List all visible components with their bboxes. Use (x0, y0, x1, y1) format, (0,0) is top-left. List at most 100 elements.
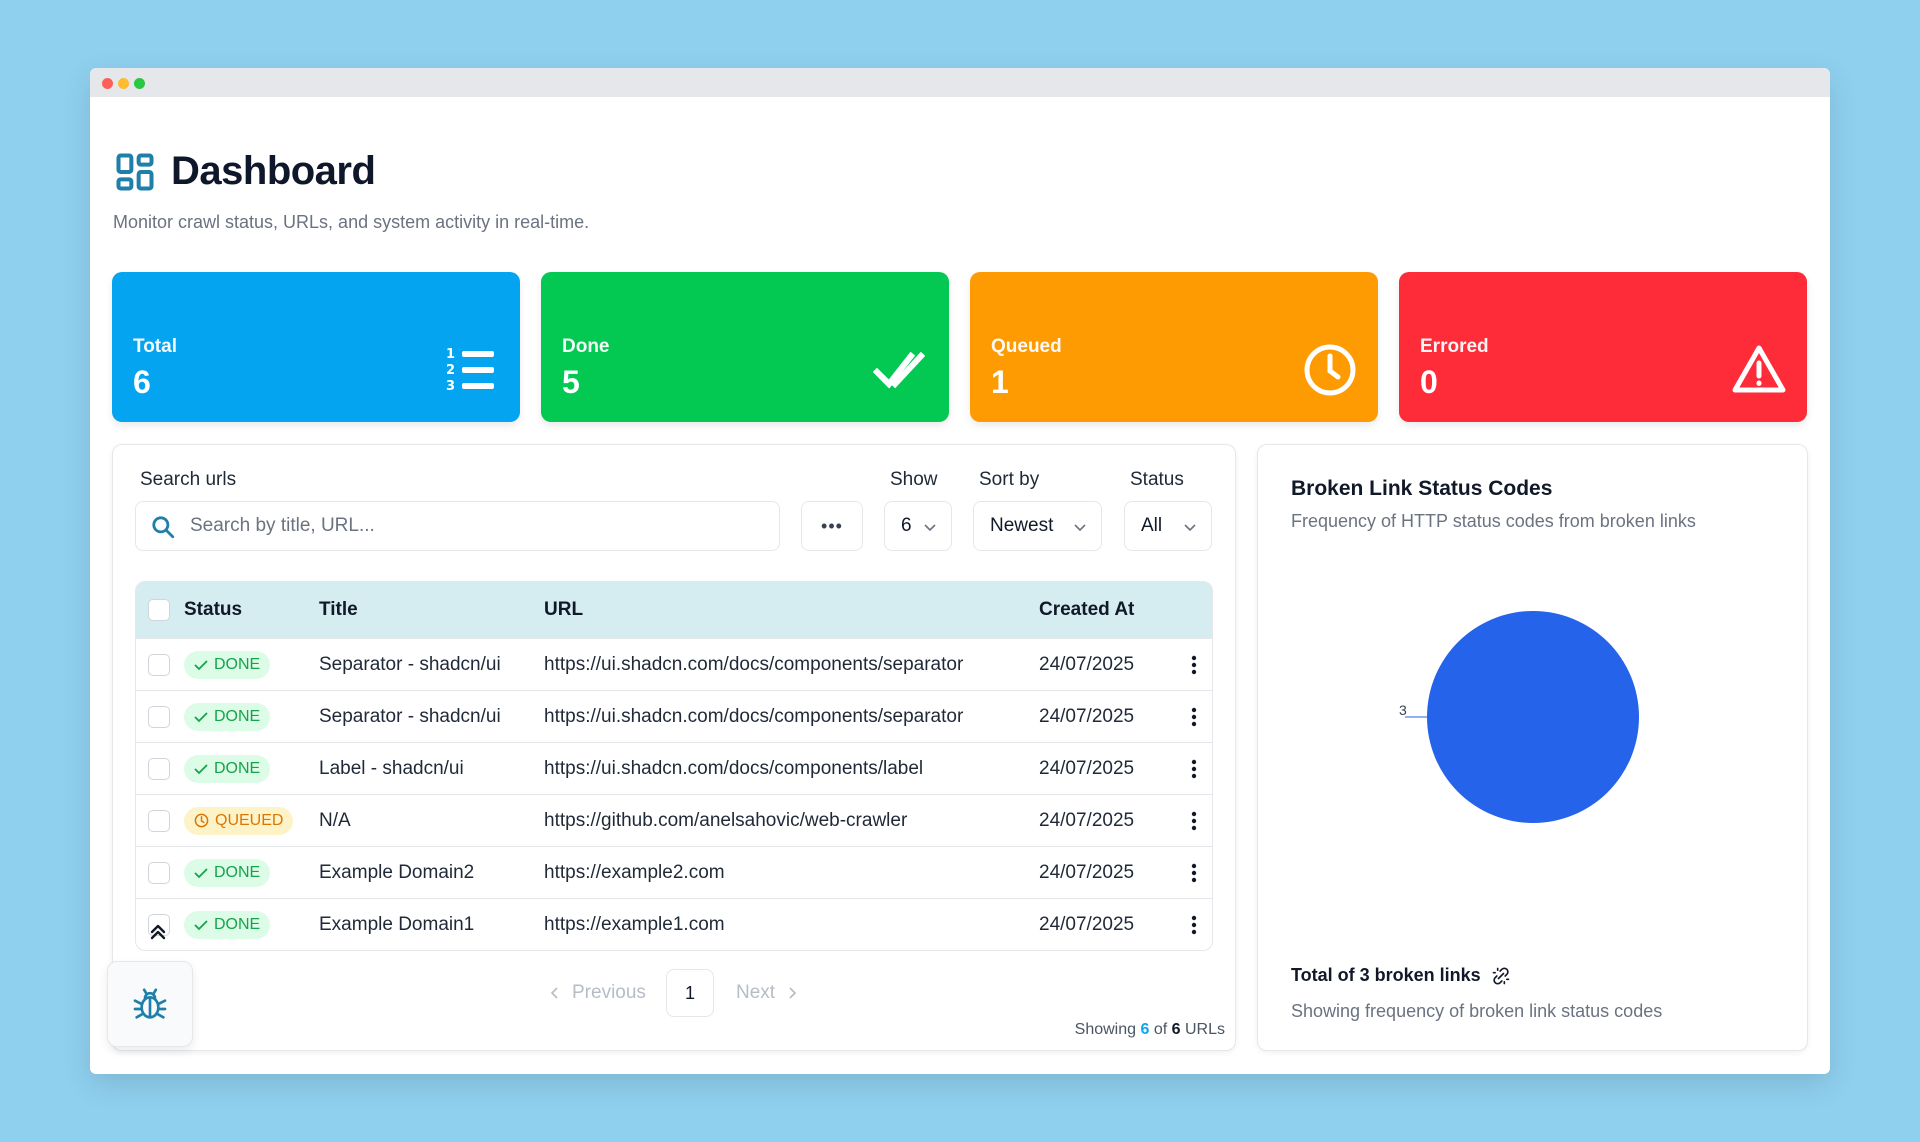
chevron-down-icon (1074, 524, 1086, 532)
stat-value: 5 (562, 364, 580, 400)
next-page-button[interactable]: Next (736, 969, 799, 1017)
row-url[interactable]: https://ui.shadcn.com/docs/components/se… (544, 706, 963, 728)
chevron-right-icon (789, 987, 797, 999)
stat-value: 0 (1420, 364, 1438, 400)
status-text: QUEUED (215, 811, 284, 829)
chart-title: Broken Link Status Codes (1291, 477, 1553, 500)
status-badge: QUEUED (184, 806, 294, 835)
sort-select-value: Newest (990, 515, 1054, 536)
minimize-window-dot[interactable] (118, 78, 129, 89)
close-window-dot[interactable] (102, 78, 113, 89)
column-created-at[interactable]: Created At (1039, 599, 1134, 621)
row-menu-icon[interactable] (1191, 706, 1197, 728)
showing-count: Showing 6 of 6 URLs (1075, 1021, 1225, 1039)
row-created-at: 24/07/2025 (1039, 757, 1135, 779)
status-badge: DONE (184, 754, 271, 783)
row-url[interactable]: https://github.com/anelsahovic/web-crawl… (544, 810, 907, 832)
status-select[interactable]: All (1124, 501, 1212, 551)
pie-data-label: 3 (1399, 702, 1407, 718)
table-row[interactable]: DONE Label - shadcn/ui https://ui.shadcn… (136, 742, 1212, 794)
status-select-value: All (1141, 515, 1163, 536)
status-badge: DONE (184, 702, 271, 731)
pie-slice[interactable] (1427, 611, 1639, 823)
row-created-at: 24/07/2025 (1039, 809, 1135, 831)
status-text: DONE (214, 707, 261, 725)
row-url[interactable]: https://example2.com (544, 862, 725, 884)
status-badge: DONE (184, 910, 271, 939)
scroll-up-icon[interactable] (148, 922, 168, 942)
showing-prefix: Showing (1074, 1021, 1137, 1038)
stat-card-total: Total 6 1 2 3 (112, 272, 520, 422)
bug-report-button[interactable] (107, 961, 193, 1047)
row-title: Example Domain1 (319, 913, 475, 935)
page-number-button[interactable]: 1 (666, 969, 714, 1017)
showing-suffix: URLs (1184, 1021, 1225, 1038)
column-url[interactable]: URL (544, 599, 583, 621)
stat-card-errored: Errored 0 (1399, 272, 1807, 422)
more-options-button[interactable]: ••• (801, 501, 863, 551)
row-url[interactable]: https://ui.shadcn.com/docs/components/se… (544, 654, 963, 676)
row-url[interactable]: https://example1.com (544, 914, 725, 936)
urls-table: Status Title URL Created At DONE Separat… (135, 581, 1213, 951)
row-checkbox[interactable] (148, 861, 170, 884)
svg-text:3: 3 (446, 379, 455, 394)
row-created-at: 24/07/2025 (1039, 705, 1135, 727)
row-menu-icon[interactable] (1191, 862, 1197, 884)
row-checkbox[interactable] (148, 809, 170, 832)
row-checkbox[interactable] (148, 705, 170, 728)
search-placeholder: Search by title, URL... (190, 515, 375, 536)
page-title: Dashboard (171, 149, 376, 193)
table-header: Status Title URL Created At (136, 582, 1212, 638)
pie-chart: 3 (1399, 611, 1639, 823)
row-url[interactable]: https://ui.shadcn.com/docs/components/la… (544, 758, 923, 780)
stat-label: Done (562, 336, 610, 357)
warning-icon (1732, 345, 1786, 393)
row-title: Separator - shadcn/ui (319, 705, 501, 727)
search-input[interactable]: Search by title, URL... (135, 501, 780, 551)
row-checkbox[interactable] (148, 653, 170, 676)
stat-label: Errored (1420, 336, 1489, 357)
row-title: Label - shadcn/ui (319, 757, 464, 779)
table-row[interactable]: QUEUED N/A https://github.com/anelsahovi… (136, 794, 1212, 846)
status-text: DONE (214, 655, 261, 673)
showing-of: of (1153, 1021, 1168, 1038)
stat-label: Total (133, 336, 177, 357)
stat-card-queued: Queued 1 (970, 272, 1378, 422)
table-row[interactable]: DONE Separator - shadcn/ui https://ui.sh… (136, 638, 1212, 690)
table-row[interactable]: DONE Separator - shadcn/ui https://ui.sh… (136, 690, 1212, 742)
row-checkbox[interactable] (148, 757, 170, 780)
status-badge: DONE (184, 858, 271, 887)
stat-label: Queued (991, 336, 1062, 357)
row-menu-icon[interactable] (1191, 914, 1197, 936)
column-title[interactable]: Title (319, 599, 358, 621)
chevron-left-icon (550, 987, 558, 999)
check-icon (194, 659, 208, 670)
clock-icon (1304, 344, 1356, 396)
status-badge: DONE (184, 650, 271, 679)
stat-value: 6 (133, 364, 151, 400)
bug-icon (133, 988, 167, 1019)
select-all-checkbox[interactable] (148, 599, 170, 621)
showing-current: 6 (1140, 1021, 1150, 1038)
row-created-at: 24/07/2025 (1039, 861, 1135, 883)
double-check-icon (873, 351, 926, 389)
svg-text:2: 2 (446, 363, 455, 378)
app-window: Dashboard Monitor crawl status, URLs, an… (90, 68, 1830, 1074)
maximize-window-dot[interactable] (134, 78, 145, 89)
chart-panel: Broken Link Status Codes Frequency of HT… (1257, 444, 1808, 1051)
page-header: Dashboard Monitor crawl status, URLs, an… (113, 149, 589, 233)
table-row[interactable]: DONE Example Domain2 https://example2.co… (136, 846, 1212, 898)
chevron-down-icon (1184, 524, 1196, 532)
show-select[interactable]: 6 (884, 501, 952, 551)
show-select-value: 6 (901, 515, 912, 536)
row-menu-icon[interactable] (1191, 758, 1197, 780)
previous-label: Previous (572, 982, 646, 1003)
previous-page-button[interactable]: Previous (548, 969, 646, 1017)
chart-footer-text: Total of 3 broken links (1291, 965, 1481, 985)
column-status[interactable]: Status (184, 599, 242, 621)
table-row[interactable]: DONE Example Domain1 https://example1.co… (136, 898, 1212, 950)
row-menu-icon[interactable] (1191, 810, 1197, 832)
chart-footer-description: Showing frequency of broken link status … (1291, 1001, 1663, 1021)
row-menu-icon[interactable] (1191, 654, 1197, 676)
sort-select[interactable]: Newest (973, 501, 1102, 551)
